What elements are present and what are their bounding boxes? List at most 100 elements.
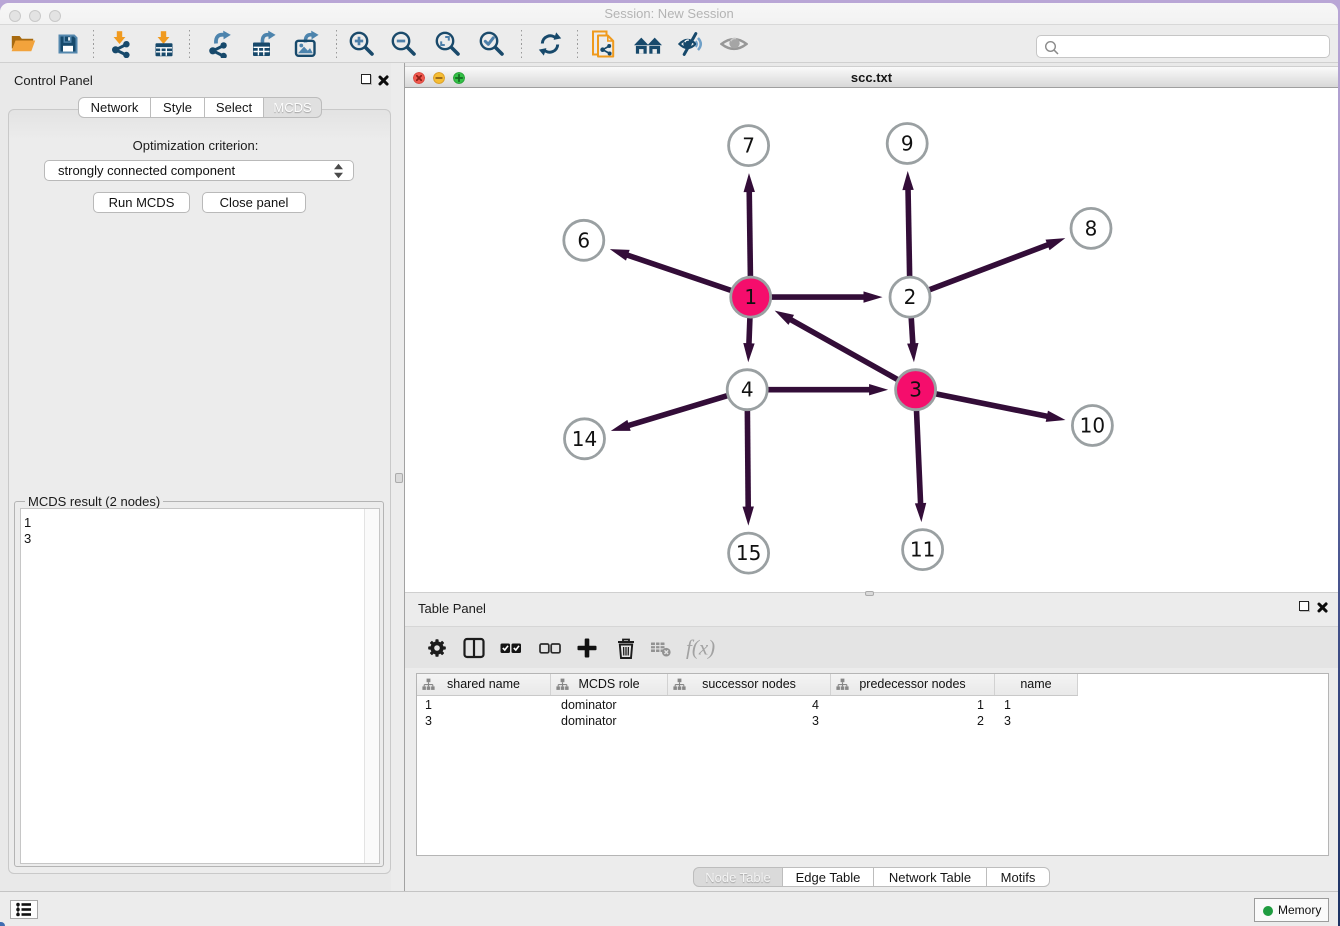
cell-shared-name[interactable]: 3 (417, 713, 551, 729)
network-maximize-icon[interactable] (453, 72, 465, 84)
control-tab-select[interactable]: Select (205, 97, 264, 118)
titlebar[interactable]: Session: New Session (0, 3, 1338, 25)
float-panel-icon[interactable] (361, 74, 371, 84)
optimization-criterion-select[interactable]: strongly connected component (44, 160, 354, 181)
column-header-successor-nodes[interactable]: successor nodes (668, 674, 831, 695)
column-header-name[interactable]: name (995, 674, 1078, 695)
network-window-titlebar[interactable]: scc.txt (405, 66, 1338, 88)
cell-name[interactable]: 3 (995, 713, 1078, 729)
table-tab-network-table[interactable]: Network Table (874, 867, 987, 887)
network-canvas[interactable]: 7968124314101511 (405, 88, 1338, 592)
column-header-MCDS-role[interactable]: MCDS role (551, 674, 668, 695)
export-image-icon[interactable] (292, 30, 320, 58)
network-graph[interactable]: 7968124314101511 (405, 88, 1338, 592)
cell-predecessor-nodes[interactable]: 2 (831, 713, 995, 729)
cell-MCDS-role[interactable]: dominator (551, 697, 668, 713)
column-header-predecessor-nodes[interactable]: predecessor nodes (831, 674, 995, 695)
show-all-icon[interactable] (720, 30, 748, 58)
deselect-all-icon[interactable] (537, 635, 563, 661)
app-window: Session: New Session (0, 3, 1338, 926)
cell-MCDS-role[interactable]: dominator (551, 713, 668, 729)
close-panel-button[interactable]: Close panel (202, 192, 306, 213)
mcds-result-group: MCDS result (2 nodes) 13 (14, 501, 384, 867)
edge-3-1[interactable] (790, 319, 916, 390)
network-window-title: scc.txt (405, 67, 1338, 88)
table-row-1[interactable]: 1dominator411 (417, 697, 1078, 713)
cell-shared-name[interactable]: 1 (417, 697, 551, 713)
open-session-icon[interactable] (9, 30, 37, 58)
arrowhead-1-6 (610, 249, 630, 261)
window-title: Session: New Session (0, 3, 1338, 25)
search-box[interactable] (1036, 35, 1330, 58)
column-label: predecessor nodes (859, 677, 965, 691)
mcds-result-item[interactable]: 1 (21, 515, 379, 531)
table-tab-node-table[interactable]: Node Table (693, 867, 783, 887)
table-tabs: Node TableEdge TableNetwork TableMotifs (693, 867, 1050, 887)
edge-2-8[interactable] (910, 244, 1049, 297)
toolbar-separator (336, 30, 337, 58)
toggle-panes-icon[interactable] (461, 635, 487, 661)
node-label-10: 10 (1080, 414, 1105, 438)
node-label-1: 1 (744, 285, 757, 309)
close-panel-icon[interactable] (377, 74, 389, 86)
table-float-icon[interactable] (1299, 601, 1309, 611)
zoom-in-icon[interactable] (348, 30, 376, 58)
save-session-icon[interactable] (54, 30, 82, 58)
column-header-shared-name[interactable]: shared name (417, 674, 551, 695)
mcds-result-item[interactable]: 3 (21, 531, 379, 547)
table-panel: Table Panel (405, 597, 1338, 891)
zoom-selected-icon[interactable] (478, 30, 506, 58)
table-settings-icon[interactable] (424, 635, 450, 661)
run-mcds-button[interactable]: Run MCDS (93, 192, 190, 213)
node-table[interactable]: shared nameMCDS rolesuccessor nodes prede… (416, 673, 1329, 856)
import-table-icon[interactable] (150, 30, 178, 58)
first-neighbors-icon[interactable] (634, 30, 662, 58)
table-row-3[interactable]: 3dominator323 (417, 713, 1078, 729)
export-network-icon[interactable] (205, 30, 233, 58)
control-tab-style[interactable]: Style (151, 97, 205, 118)
table-toolbar: f(x) (405, 626, 1338, 668)
search-icon (1043, 39, 1061, 57)
control-panel: Control Panel NetworkStyleSelectMCDS Opt… (0, 63, 391, 891)
arrowhead-2-9 (902, 171, 913, 190)
memory-label: Memory (1278, 903, 1321, 917)
hide-selected-icon[interactable] (678, 30, 706, 58)
table-tab-edge-table[interactable]: Edge Table (783, 867, 874, 887)
mcds-result-title: MCDS result (2 nodes) (25, 494, 163, 509)
delete-columns-icon[interactable] (613, 635, 639, 661)
horizontal-divider-handle[interactable] (865, 591, 874, 596)
network-close-icon[interactable] (413, 72, 425, 84)
main-toolbar (0, 25, 1338, 63)
column-type-icon (673, 678, 686, 691)
zoom-out-icon[interactable] (390, 30, 418, 58)
task-history-button[interactable] (10, 900, 38, 919)
control-panel-tabs: NetworkStyleSelectMCDS (78, 97, 322, 118)
search-input[interactable] (1063, 37, 1323, 56)
cell-predecessor-nodes[interactable]: 1 (831, 697, 995, 713)
new-network-from-selection-icon[interactable] (590, 30, 618, 58)
vertical-split-divider[interactable] (391, 63, 405, 891)
export-table-icon[interactable] (249, 30, 277, 58)
svg-text:f(x): f(x) (686, 636, 715, 660)
table-close-icon[interactable] (1316, 601, 1328, 613)
cell-name[interactable]: 1 (995, 697, 1078, 713)
network-minimize-icon[interactable] (433, 72, 445, 84)
mcds-result-list[interactable]: 13 (20, 508, 380, 864)
table-tab-motifs[interactable]: Motifs (987, 867, 1050, 887)
zoom-fit-icon[interactable] (434, 30, 462, 58)
refresh-view-icon[interactable] (536, 30, 564, 58)
vertical-divider-handle[interactable] (395, 473, 403, 483)
function-builder-icon: f(x) (685, 635, 727, 661)
add-column-icon[interactable] (574, 635, 600, 661)
delete-table-icon (648, 635, 674, 661)
cell-successor-nodes[interactable]: 3 (668, 713, 831, 729)
node-label-15: 15 (736, 541, 761, 565)
arrowhead-4-3 (869, 384, 888, 395)
select-all-icon[interactable] (498, 635, 524, 661)
memory-button[interactable]: Memory (1254, 898, 1329, 922)
result-scrollbar[interactable] (364, 509, 379, 863)
control-tab-network[interactable]: Network (78, 97, 151, 118)
import-network-icon[interactable] (107, 30, 135, 58)
control-tab-mcds[interactable]: MCDS (264, 97, 322, 118)
cell-successor-nodes[interactable]: 4 (668, 697, 831, 713)
